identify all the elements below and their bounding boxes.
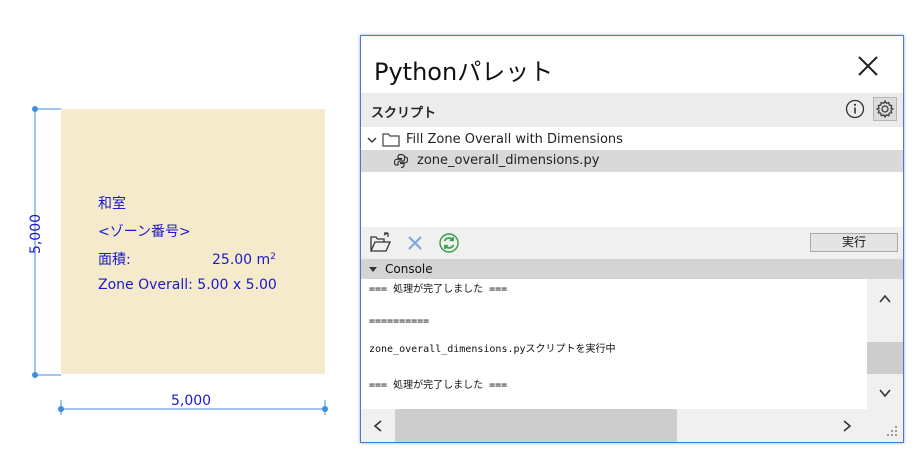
scroll-up-icon[interactable] xyxy=(877,291,893,307)
scroll-right-icon[interactable] xyxy=(839,418,855,434)
info-icon[interactable] xyxy=(845,99,865,119)
tree-script-row[interactable]: zone_overall_dimensions.py xyxy=(361,150,903,172)
script-tree: Fill Zone Overall with Dimensions zone_o… xyxy=(361,127,903,227)
console-output[interactable]: === 処理が完了しました === ========== zone_overal… xyxy=(361,279,867,409)
area-value: 25.00 m2 xyxy=(212,252,276,268)
refresh-icon[interactable] xyxy=(437,231,461,255)
console-line: zone_overall_dimensions.pyスクリプトを実行中 xyxy=(369,344,616,355)
console-line: === 処理が完了しました === xyxy=(369,284,508,295)
console-label: Console xyxy=(385,262,433,276)
console-header[interactable]: Console xyxy=(361,259,903,279)
chevron-down-icon[interactable] xyxy=(367,135,377,145)
collapse-triangle-icon[interactable] xyxy=(369,267,377,272)
vertical-scrollbar[interactable] xyxy=(867,279,903,409)
settings-button[interactable] xyxy=(873,97,897,121)
zone-overall-text: Zone Overall: 5.00 x 5.00 xyxy=(98,277,277,293)
section-label: スクリプト xyxy=(371,106,437,121)
close-icon[interactable] xyxy=(853,51,883,81)
zone-number: <ゾーン番号> xyxy=(98,224,191,240)
dimension-horizontal-label: 5,000 xyxy=(171,393,212,409)
tree-folder-row[interactable]: Fill Zone Overall with Dimensions xyxy=(361,129,903,151)
script-name: zone_overall_dimensions.py xyxy=(417,153,600,168)
dimension-vertical-label: 5,000 xyxy=(28,213,44,255)
console-line: ========== xyxy=(369,316,430,327)
script-section-header: スクリプト xyxy=(361,93,903,127)
vertical-scroll-thumb[interactable] xyxy=(867,342,903,374)
open-folder-icon[interactable] xyxy=(369,231,393,255)
delete-icon[interactable] xyxy=(403,231,427,255)
scroll-left-icon[interactable] xyxy=(370,418,386,434)
python-file-icon xyxy=(393,153,409,169)
folder-name: Fill Zone Overall with Dimensions xyxy=(406,132,623,147)
console-line: === 処理が完了しました === xyxy=(369,380,508,391)
folder-icon xyxy=(382,133,400,147)
python-palette-window: Pythonパレット スクリプト Fill Zone Overall with … xyxy=(360,35,904,443)
area-label: 面積: xyxy=(98,252,131,268)
gear-icon xyxy=(875,99,895,119)
resize-grip-icon xyxy=(887,426,897,436)
resize-grip[interactable] xyxy=(867,409,903,442)
script-toolbar: 実行 xyxy=(361,227,903,259)
palette-title: Pythonパレット xyxy=(374,58,554,86)
horizontal-scrollbar[interactable] xyxy=(361,409,867,442)
zone-name: 和室 xyxy=(98,196,126,212)
horizontal-scroll-thumb[interactable] xyxy=(395,409,677,442)
scroll-down-icon[interactable] xyxy=(877,385,893,401)
run-button[interactable]: 実行 xyxy=(810,233,898,252)
